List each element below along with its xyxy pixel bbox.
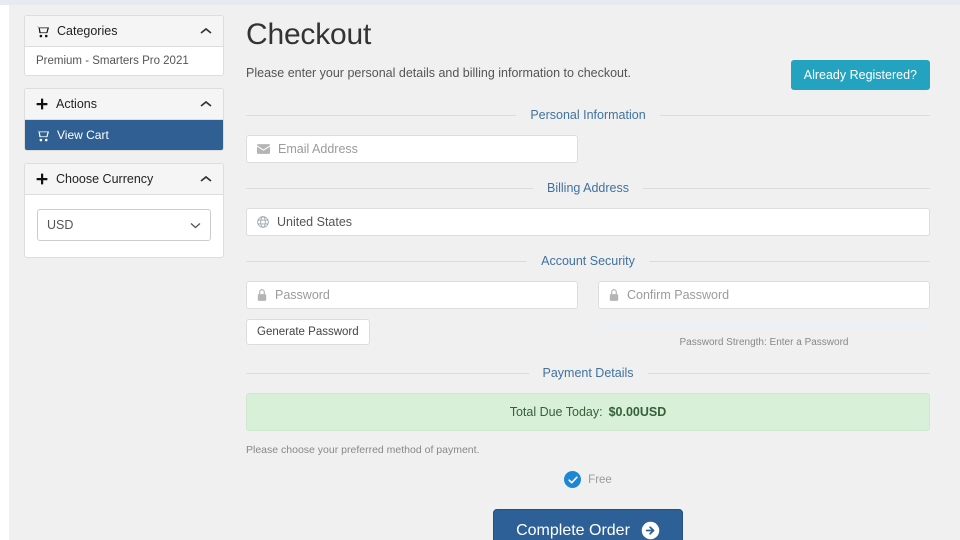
legend-personal-information: Personal Information: [246, 108, 930, 122]
app-viewport: Categories Premium - Smarters Pro 2021 A…: [0, 0, 960, 540]
page-subtitle: Please enter your personal details and b…: [246, 66, 631, 80]
chevron-up-icon[interactable]: [200, 27, 212, 35]
legend-rule-right: [643, 187, 930, 189]
legend-rule-left: [246, 372, 529, 374]
legend-rule-left: [246, 187, 533, 189]
legend-rule-right: [659, 114, 930, 116]
plus-icon: [36, 98, 48, 110]
sidebar-panel-categories-title: Categories: [57, 24, 118, 38]
email-field[interactable]: Email Address: [246, 135, 578, 163]
complete-order-button[interactable]: Complete Order: [493, 509, 683, 540]
country-field[interactable]: United States: [246, 208, 930, 236]
sidebar-item-premium-smarters-pro[interactable]: Premium - Smarters Pro 2021: [25, 47, 223, 75]
total-due-label: Total Due Today:: [509, 405, 603, 419]
sidebar-panel-actions-body: View Cart: [25, 120, 223, 150]
submit-row: Complete Order: [246, 509, 930, 540]
legend-rule-left: [246, 114, 517, 116]
confirm-password-field-placeholder: Confirm Password: [627, 288, 730, 302]
chevron-up-icon[interactable]: [200, 100, 212, 108]
sidebar: Categories Premium - Smarters Pro 2021 A…: [24, 15, 224, 270]
legend-billing-address-label: Billing Address: [547, 181, 629, 195]
password-column: Password Generate Password: [246, 281, 578, 348]
sidebar-panel-choose-currency-body: USD: [25, 195, 223, 257]
email-field-placeholder: Email Address: [278, 142, 358, 156]
legend-rule-right: [648, 260, 931, 262]
generate-password-button[interactable]: Generate Password: [246, 319, 370, 345]
lock-icon: [609, 289, 619, 301]
currency-select[interactable]: USD: [37, 209, 211, 241]
password-field-placeholder: Password: [275, 288, 330, 302]
checkout-main: Checkout Please enter your personal deta…: [224, 5, 960, 540]
already-registered-button[interactable]: Already Registered?: [790, 60, 930, 90]
chevron-down-icon: [190, 222, 201, 229]
email-field-column: Email Address: [246, 135, 578, 163]
left-page-margin: [0, 5, 9, 540]
sidebar-item-view-cart-label: View Cart: [57, 128, 109, 142]
payment-method-note: Please choose your preferred method of p…: [246, 444, 480, 456]
email-field-spacer: [598, 135, 930, 163]
page-container: Categories Premium - Smarters Pro 2021 A…: [9, 5, 960, 540]
total-due-amount: $0.00USD: [608, 405, 667, 419]
sidebar-panel-categories-body: Premium - Smarters Pro 2021: [25, 47, 223, 75]
arrow-circle-right-icon: [641, 521, 660, 540]
legend-account-security-label: Account Security: [541, 254, 635, 268]
cart-icon: [36, 25, 49, 38]
complete-order-label: Complete Order: [516, 521, 630, 539]
account-security-fields: Password Generate Password Confirm Passw…: [246, 281, 930, 348]
legend-payment-details-label: Payment Details: [542, 366, 634, 380]
envelope-icon: [257, 144, 270, 154]
password-strength-bar: [598, 321, 930, 330]
sidebar-item-view-cart[interactable]: View Cart: [25, 120, 223, 150]
check-circle-icon: [564, 471, 582, 488]
legend-personal-information-label: Personal Information: [530, 108, 646, 122]
chevron-up-icon[interactable]: [200, 175, 212, 183]
globe-icon: [257, 216, 269, 228]
personal-information-fields: Email Address: [246, 135, 930, 163]
sidebar-panel-choose-currency: Choose Currency USD: [24, 163, 224, 258]
sidebar-panel-choose-currency-header[interactable]: Choose Currency: [25, 164, 223, 195]
sidebar-panel-actions-title: Actions: [56, 97, 97, 111]
legend-rule-left: [246, 260, 528, 262]
payment-method-options: Free: [246, 471, 930, 488]
password-strength-text: Password Strength: Enter a Password: [679, 337, 849, 348]
page-title: Checkout: [246, 18, 372, 51]
sidebar-panel-actions: Actions View Cart: [24, 88, 224, 151]
confirm-password-field[interactable]: Confirm Password: [598, 281, 930, 309]
sidebar-panel-choose-currency-title: Choose Currency: [56, 172, 154, 186]
payment-method-free[interactable]: Free: [564, 471, 612, 488]
country-field-value: United States: [277, 215, 353, 229]
sidebar-panel-categories: Categories Premium - Smarters Pro 2021: [24, 15, 224, 76]
lock-icon: [257, 289, 267, 301]
sidebar-panel-categories-header[interactable]: Categories: [25, 16, 223, 47]
legend-payment-details: Payment Details: [246, 366, 931, 380]
payment-method-free-label: Free: [588, 473, 612, 486]
password-field[interactable]: Password: [246, 281, 578, 309]
confirm-password-column: Confirm Password Password Strength: Ente…: [598, 281, 930, 348]
plus-icon: [36, 173, 48, 185]
legend-billing-address: Billing Address: [246, 181, 930, 195]
legend-rule-right: [647, 372, 931, 374]
cart-icon: [36, 129, 49, 142]
currency-select-value: USD: [47, 218, 74, 232]
page-subheader-row: Please enter your personal details and b…: [246, 60, 930, 90]
sidebar-panel-actions-header[interactable]: Actions: [25, 89, 223, 120]
legend-account-security: Account Security: [246, 254, 931, 268]
total-due-banner: Total Due Today: $0.00USD: [246, 393, 930, 431]
